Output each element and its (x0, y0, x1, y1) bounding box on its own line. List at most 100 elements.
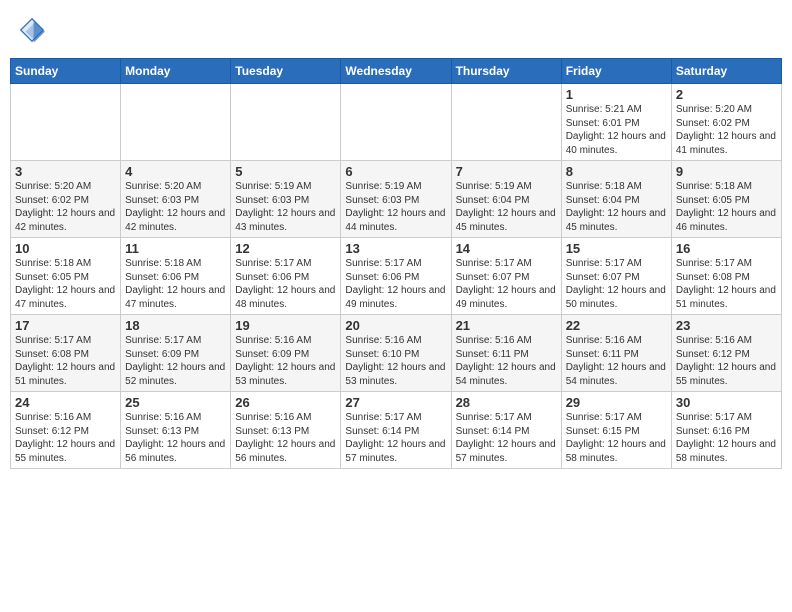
calendar-cell: 22Sunrise: 5:16 AM Sunset: 6:11 PM Dayli… (561, 315, 671, 392)
calendar-cell: 30Sunrise: 5:17 AM Sunset: 6:16 PM Dayli… (671, 392, 781, 469)
day-number: 18 (125, 318, 226, 333)
day-number: 29 (566, 395, 667, 410)
calendar-header-row: SundayMondayTuesdayWednesdayThursdayFrid… (11, 59, 782, 84)
day-info: Sunrise: 5:20 AM Sunset: 6:03 PM Dayligh… (125, 180, 226, 234)
calendar-cell: 9Sunrise: 5:18 AM Sunset: 6:05 PM Daylig… (671, 161, 781, 238)
day-info: Sunrise: 5:18 AM Sunset: 6:05 PM Dayligh… (15, 257, 116, 311)
day-number: 8 (566, 164, 667, 179)
day-number: 30 (676, 395, 777, 410)
calendar-week-2: 3Sunrise: 5:20 AM Sunset: 6:02 PM Daylig… (11, 161, 782, 238)
day-number: 3 (15, 164, 116, 179)
calendar-cell (451, 84, 561, 161)
calendar-week-5: 24Sunrise: 5:16 AM Sunset: 6:12 PM Dayli… (11, 392, 782, 469)
col-header-sunday: Sunday (11, 59, 121, 84)
day-info: Sunrise: 5:16 AM Sunset: 6:13 PM Dayligh… (125, 411, 226, 465)
day-number: 12 (235, 241, 336, 256)
day-number: 19 (235, 318, 336, 333)
day-info: Sunrise: 5:17 AM Sunset: 6:07 PM Dayligh… (566, 257, 667, 311)
calendar-cell: 24Sunrise: 5:16 AM Sunset: 6:12 PM Dayli… (11, 392, 121, 469)
col-header-monday: Monday (121, 59, 231, 84)
day-number: 14 (456, 241, 557, 256)
day-number: 4 (125, 164, 226, 179)
day-info: Sunrise: 5:17 AM Sunset: 6:07 PM Dayligh… (456, 257, 557, 311)
day-info: Sunrise: 5:16 AM Sunset: 6:11 PM Dayligh… (566, 334, 667, 388)
calendar-cell: 11Sunrise: 5:18 AM Sunset: 6:06 PM Dayli… (121, 238, 231, 315)
calendar-cell (341, 84, 451, 161)
day-info: Sunrise: 5:17 AM Sunset: 6:15 PM Dayligh… (566, 411, 667, 465)
calendar-cell: 14Sunrise: 5:17 AM Sunset: 6:07 PM Dayli… (451, 238, 561, 315)
calendar-cell: 6Sunrise: 5:19 AM Sunset: 6:03 PM Daylig… (341, 161, 451, 238)
day-number: 23 (676, 318, 777, 333)
calendar-cell: 21Sunrise: 5:16 AM Sunset: 6:11 PM Dayli… (451, 315, 561, 392)
day-info: Sunrise: 5:17 AM Sunset: 6:08 PM Dayligh… (15, 334, 116, 388)
day-number: 27 (345, 395, 446, 410)
calendar-cell: 26Sunrise: 5:16 AM Sunset: 6:13 PM Dayli… (231, 392, 341, 469)
day-info: Sunrise: 5:19 AM Sunset: 6:03 PM Dayligh… (345, 180, 446, 234)
col-header-saturday: Saturday (671, 59, 781, 84)
day-number: 25 (125, 395, 226, 410)
day-number: 1 (566, 87, 667, 102)
calendar-cell: 27Sunrise: 5:17 AM Sunset: 6:14 PM Dayli… (341, 392, 451, 469)
calendar-cell: 18Sunrise: 5:17 AM Sunset: 6:09 PM Dayli… (121, 315, 231, 392)
calendar-cell: 19Sunrise: 5:16 AM Sunset: 6:09 PM Dayli… (231, 315, 341, 392)
col-header-tuesday: Tuesday (231, 59, 341, 84)
day-number: 26 (235, 395, 336, 410)
day-info: Sunrise: 5:21 AM Sunset: 6:01 PM Dayligh… (566, 103, 667, 157)
logo-icon (16, 14, 48, 46)
calendar-week-3: 10Sunrise: 5:18 AM Sunset: 6:05 PM Dayli… (11, 238, 782, 315)
day-number: 17 (15, 318, 116, 333)
calendar-week-1: 1Sunrise: 5:21 AM Sunset: 6:01 PM Daylig… (11, 84, 782, 161)
calendar-cell: 20Sunrise: 5:16 AM Sunset: 6:10 PM Dayli… (341, 315, 451, 392)
calendar-cell: 15Sunrise: 5:17 AM Sunset: 6:07 PM Dayli… (561, 238, 671, 315)
calendar-cell: 17Sunrise: 5:17 AM Sunset: 6:08 PM Dayli… (11, 315, 121, 392)
day-info: Sunrise: 5:16 AM Sunset: 6:09 PM Dayligh… (235, 334, 336, 388)
calendar-cell: 4Sunrise: 5:20 AM Sunset: 6:03 PM Daylig… (121, 161, 231, 238)
calendar-cell: 8Sunrise: 5:18 AM Sunset: 6:04 PM Daylig… (561, 161, 671, 238)
calendar-cell (121, 84, 231, 161)
day-info: Sunrise: 5:17 AM Sunset: 6:06 PM Dayligh… (345, 257, 446, 311)
day-number: 9 (676, 164, 777, 179)
day-info: Sunrise: 5:18 AM Sunset: 6:06 PM Dayligh… (125, 257, 226, 311)
col-header-friday: Friday (561, 59, 671, 84)
col-header-wednesday: Wednesday (341, 59, 451, 84)
calendar-cell: 12Sunrise: 5:17 AM Sunset: 6:06 PM Dayli… (231, 238, 341, 315)
day-info: Sunrise: 5:17 AM Sunset: 6:16 PM Dayligh… (676, 411, 777, 465)
day-info: Sunrise: 5:17 AM Sunset: 6:09 PM Dayligh… (125, 334, 226, 388)
day-number: 15 (566, 241, 667, 256)
calendar-cell (231, 84, 341, 161)
calendar-cell: 10Sunrise: 5:18 AM Sunset: 6:05 PM Dayli… (11, 238, 121, 315)
day-info: Sunrise: 5:20 AM Sunset: 6:02 PM Dayligh… (676, 103, 777, 157)
day-number: 6 (345, 164, 446, 179)
day-number: 11 (125, 241, 226, 256)
day-info: Sunrise: 5:17 AM Sunset: 6:14 PM Dayligh… (345, 411, 446, 465)
calendar-cell: 2Sunrise: 5:20 AM Sunset: 6:02 PM Daylig… (671, 84, 781, 161)
day-info: Sunrise: 5:17 AM Sunset: 6:14 PM Dayligh… (456, 411, 557, 465)
day-number: 22 (566, 318, 667, 333)
page-header (10, 10, 782, 50)
day-number: 13 (345, 241, 446, 256)
day-number: 21 (456, 318, 557, 333)
day-number: 20 (345, 318, 446, 333)
day-info: Sunrise: 5:17 AM Sunset: 6:08 PM Dayligh… (676, 257, 777, 311)
day-info: Sunrise: 5:16 AM Sunset: 6:12 PM Dayligh… (15, 411, 116, 465)
col-header-thursday: Thursday (451, 59, 561, 84)
day-number: 5 (235, 164, 336, 179)
calendar-week-4: 17Sunrise: 5:17 AM Sunset: 6:08 PM Dayli… (11, 315, 782, 392)
calendar-cell: 5Sunrise: 5:19 AM Sunset: 6:03 PM Daylig… (231, 161, 341, 238)
day-number: 2 (676, 87, 777, 102)
calendar-cell: 7Sunrise: 5:19 AM Sunset: 6:04 PM Daylig… (451, 161, 561, 238)
calendar-cell: 3Sunrise: 5:20 AM Sunset: 6:02 PM Daylig… (11, 161, 121, 238)
day-number: 16 (676, 241, 777, 256)
day-info: Sunrise: 5:16 AM Sunset: 6:11 PM Dayligh… (456, 334, 557, 388)
day-info: Sunrise: 5:16 AM Sunset: 6:13 PM Dayligh… (235, 411, 336, 465)
calendar-cell: 25Sunrise: 5:16 AM Sunset: 6:13 PM Dayli… (121, 392, 231, 469)
day-number: 28 (456, 395, 557, 410)
day-info: Sunrise: 5:18 AM Sunset: 6:04 PM Dayligh… (566, 180, 667, 234)
day-info: Sunrise: 5:16 AM Sunset: 6:10 PM Dayligh… (345, 334, 446, 388)
day-number: 7 (456, 164, 557, 179)
day-number: 10 (15, 241, 116, 256)
calendar-cell: 1Sunrise: 5:21 AM Sunset: 6:01 PM Daylig… (561, 84, 671, 161)
calendar-cell: 13Sunrise: 5:17 AM Sunset: 6:06 PM Dayli… (341, 238, 451, 315)
day-info: Sunrise: 5:17 AM Sunset: 6:06 PM Dayligh… (235, 257, 336, 311)
calendar-cell: 16Sunrise: 5:17 AM Sunset: 6:08 PM Dayli… (671, 238, 781, 315)
